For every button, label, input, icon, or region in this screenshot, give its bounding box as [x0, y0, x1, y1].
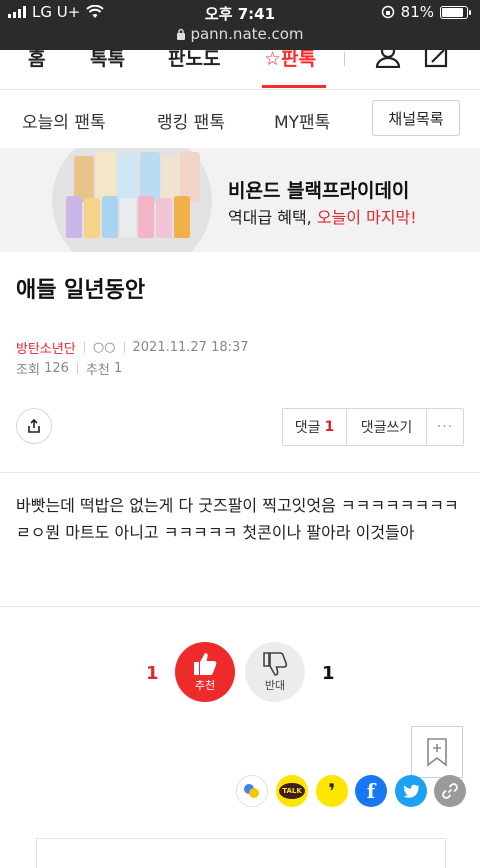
post-meta: 방탄소년단 ○○ 2021.11.27 18:37 [16, 338, 249, 357]
thumbs-down-icon [263, 652, 288, 676]
post-title: 애들 일년동안 [16, 278, 146, 303]
comments-count: 1 [324, 419, 335, 435]
upvote-count: 1 [146, 663, 159, 684]
banner-title: 비욘드 블랙프라이데이 [228, 180, 410, 202]
meta-divider [123, 342, 125, 353]
post-channel-link[interactable]: 방탄소년단 [16, 338, 76, 357]
banner-product-image [52, 148, 212, 252]
downvote-count: 1 [322, 663, 335, 684]
kakao-band-share[interactable] [236, 775, 268, 807]
downvote-label: 반대 [264, 679, 286, 692]
product-bottle [120, 198, 136, 238]
url-text: pann.nate.com [190, 25, 304, 43]
product-bottle [84, 198, 100, 238]
kakaostory-icon: ❜ [328, 779, 336, 803]
product-bottle [96, 152, 116, 202]
upvote-button[interactable]: 추천 [175, 642, 235, 702]
orientation-lock-icon [381, 5, 394, 19]
comment-actions: 댓글 1 댓글쓰기 ··· [282, 408, 464, 446]
link-icon [442, 783, 458, 799]
comment-section-preview [36, 838, 446, 868]
views-label: 조회 [16, 363, 40, 378]
downvote-button[interactable]: 반대 [245, 642, 305, 702]
banner-subtitle: 역대급 혜택, 오늘이 마지막! [228, 204, 417, 228]
copy-link-share[interactable] [434, 775, 466, 807]
comments-button[interactable]: 댓글 1 [283, 409, 347, 445]
content-divider [0, 472, 480, 473]
post-datetime: 2021.11.27 18:37 [132, 340, 249, 355]
twitter-share[interactable] [395, 775, 427, 807]
sub-navigation: 오늘의 팬톡 랭킹 팬톡 MY팬톡 채널목록 [0, 90, 480, 146]
product-bottle [118, 154, 138, 202]
product-bottle [102, 196, 118, 238]
facebook-icon: f [366, 779, 376, 803]
status-bar: LG U+ 오후 7:41 81% pann.nate.com [0, 0, 480, 50]
post-content: 바빳는데 떡밥은 없는게 다 굿즈팔이 찍고잇엇음 ㅋㅋㅋㅋㅋㅋㅋㅋ ㄹㅇ뭔 마… [16, 496, 459, 542]
status-right: 81% [381, 3, 471, 21]
meta-divider [76, 363, 78, 374]
product-bottle [156, 198, 172, 238]
write-icon[interactable] [424, 50, 450, 68]
gnb-item-fantalk[interactable]: ☆판톡 [264, 50, 316, 71]
product-bottle [138, 196, 154, 238]
content-divider [0, 606, 480, 607]
share-button[interactable] [16, 408, 52, 444]
tab-ranking-fantalk[interactable]: 랭킹 팬톡 [157, 108, 225, 133]
bookmark-button[interactable] [411, 726, 463, 778]
gnb-item-toktok[interactable]: 톡톡 [90, 50, 125, 71]
product-bottle [140, 152, 160, 202]
facebook-share[interactable]: f [355, 775, 387, 807]
recommend-label: 추천 [85, 363, 110, 378]
bookmark-add-icon [427, 738, 447, 767]
gnb-item-pannodo[interactable]: 판노도 [168, 50, 220, 71]
battery-percent: 81% [400, 3, 434, 21]
kakaotalk-icon: TALK [279, 783, 305, 799]
product-bottle [180, 152, 200, 202]
banner-sub-highlight: 오늘이 마지막! [316, 208, 417, 227]
tab-today-fantalk[interactable]: 오늘의 팬톡 [22, 108, 106, 133]
banner-sub-prefix: 역대급 혜택, [228, 208, 317, 227]
gnb-divider [344, 52, 345, 66]
battery-icon [440, 5, 471, 19]
write-comment-button[interactable]: 댓글쓰기 [347, 409, 427, 445]
thumbs-up-icon [194, 653, 217, 675]
main-navigation: 홈 톡톡 판노도 ☆판톡 [0, 50, 480, 90]
gnb-active-indicator [262, 85, 326, 88]
lock-icon [177, 28, 186, 40]
tab-my-fantalk[interactable]: MY팬톡 [274, 108, 330, 133]
views-count: 126 [44, 361, 69, 376]
url-bar[interactable]: pann.nate.com [0, 25, 480, 43]
post-author[interactable]: ○○ [93, 340, 116, 355]
meta-divider [83, 342, 85, 353]
more-button[interactable]: ··· [427, 409, 463, 445]
recommend-count: 1 [113, 361, 123, 376]
kakaotalk-share[interactable]: TALK [276, 775, 308, 807]
user-icon[interactable] [374, 50, 402, 68]
gnb-item-home[interactable]: 홈 [28, 50, 45, 71]
kakao-band-icon [244, 784, 259, 798]
product-bottle [174, 196, 190, 238]
kakaostory-share[interactable]: ❜ [316, 775, 348, 807]
upvote-label: 추천 [194, 679, 216, 692]
product-bottle [66, 196, 82, 238]
post-stats: 조회 126 추천 1 [16, 359, 122, 378]
comments-label: 댓글 [294, 420, 321, 436]
share-icon [28, 418, 40, 433]
twitter-icon [403, 784, 420, 798]
ad-banner[interactable]: 비욘드 블랙프라이데이 역대급 혜택, 오늘이 마지막! [0, 148, 480, 252]
channel-list-button[interactable]: 채널목록 [372, 100, 460, 136]
